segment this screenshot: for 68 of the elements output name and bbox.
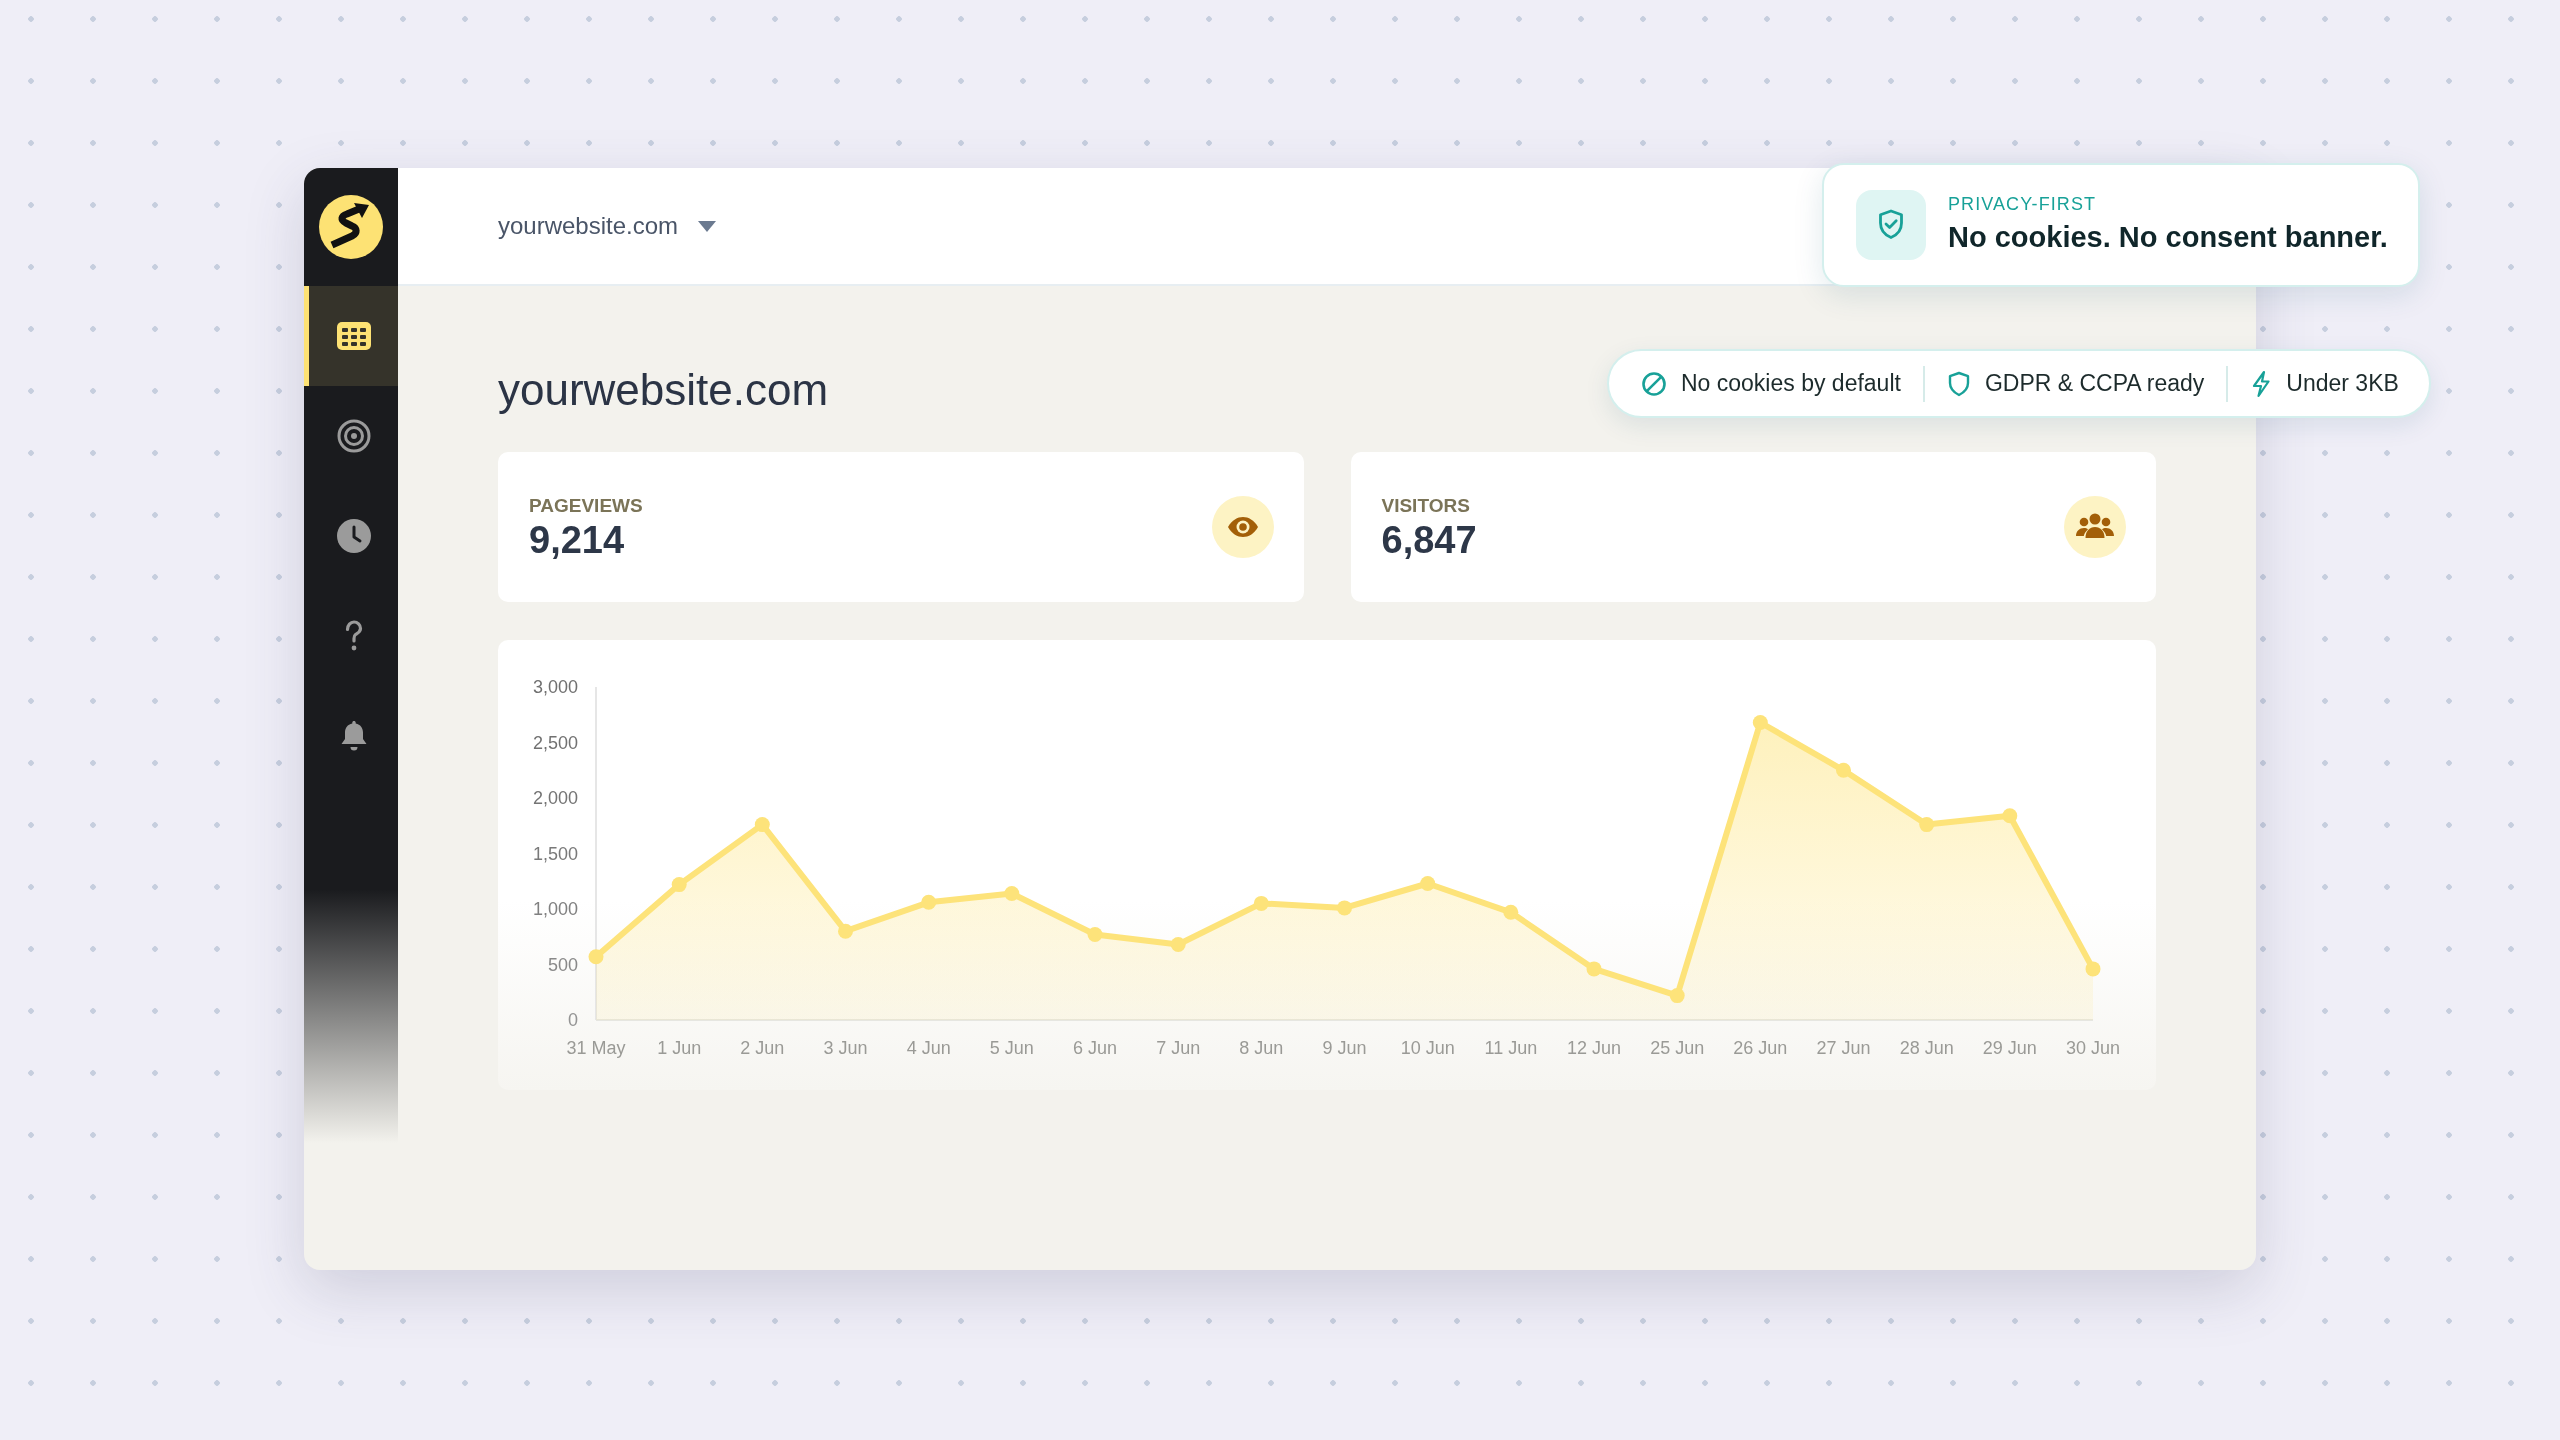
axis-label: 9 Jun — [1322, 1038, 1367, 1058]
axis-label: 26 Jun — [1733, 1038, 1788, 1058]
axis-label: 7 Jun — [1156, 1038, 1201, 1058]
data-point — [1919, 817, 1935, 833]
axis-label: 4 Jun — [906, 1038, 951, 1058]
grid-icon — [336, 322, 371, 350]
nav-button[interactable] — [304, 286, 398, 386]
axis-label: 1,500 — [532, 843, 578, 864]
axis-label: 2 Jun — [740, 1038, 785, 1058]
axis-label: 2,000 — [532, 788, 578, 808]
data-point — [838, 923, 853, 939]
page-title: yourwebsite.com — [498, 368, 829, 412]
axis-label: 11 Jun — [1484, 1038, 1538, 1058]
feature-label: GDPR & CCPA ready — [1984, 372, 2205, 395]
stat-value: 9,214 — [529, 520, 626, 559]
axis-label: 29 Jun — [1982, 1038, 2037, 1058]
axis-label: 27 Jun — [1816, 1038, 1871, 1058]
stat-label: VISITORS — [1381, 495, 1471, 515]
axis-label: 8 Jun — [1239, 1038, 1284, 1058]
data-point — [1337, 900, 1352, 916]
privacy-headline: No cookies. No consent banner. — [1948, 219, 2388, 255]
shield-icon — [1946, 370, 1971, 397]
logo-icon — [319, 195, 383, 259]
data-point — [2002, 808, 2018, 824]
axis-label: 0 — [568, 1010, 578, 1030]
axis-label: 6 Jun — [1073, 1038, 1117, 1058]
data-point — [754, 817, 770, 833]
data-point — [1253, 895, 1269, 911]
axis-label: 12 Jun — [1567, 1038, 1621, 1058]
data-point — [1004, 886, 1020, 901]
target-icon — [336, 419, 371, 453]
axis-label: 2,500 — [532, 732, 578, 753]
users-icon — [2064, 496, 2126, 558]
axis-label: 1,000 — [532, 899, 578, 919]
axis-label: 5 Jun — [989, 1038, 1034, 1058]
axis-label: 30 Jun — [2066, 1038, 2120, 1058]
lightning-bolt-icon — [2250, 369, 2273, 398]
data-point — [1087, 927, 1103, 942]
axis-label: 3 Jun — [823, 1038, 868, 1058]
data-point — [1503, 904, 1519, 920]
data-point — [588, 949, 604, 965]
axis-label: 3,000 — [532, 677, 578, 697]
data-point — [921, 894, 937, 910]
axis-label: 500 — [547, 954, 578, 975]
axis-label: 25 Jun — [1650, 1038, 1705, 1058]
caret-icon — [698, 220, 717, 232]
feature-label: Under 3KB — [2286, 372, 2399, 395]
axis-label: 10 Jun — [1400, 1038, 1455, 1058]
data-point — [1420, 876, 1436, 891]
data-point — [1170, 937, 1186, 952]
stat-value: 6,847 — [1381, 520, 1477, 559]
clock-icon — [336, 519, 371, 553]
eye-icon — [1211, 496, 1274, 558]
ban-icon — [1641, 370, 1667, 397]
data-point — [671, 877, 687, 893]
shield-check-icon — [1856, 190, 1926, 260]
data-point — [1752, 715, 1768, 730]
feature-label: No cookies by default — [1681, 372, 1901, 395]
privacy-eyebrow: PRIVACY-FIRST — [1948, 194, 2098, 213]
data-point — [1586, 961, 1602, 977]
data-point — [1836, 762, 1851, 778]
axis-label: 28 Jun — [1899, 1038, 1954, 1058]
axis-label: 31 May — [566, 1038, 626, 1058]
data-point — [2085, 961, 2101, 977]
site-selector[interactable]: yourwebsite.com — [498, 214, 717, 238]
data-point — [1669, 988, 1685, 1004]
stat-label: PAGEVIEWS — [529, 495, 643, 515]
axis-label: 1 Jun — [657, 1038, 702, 1058]
